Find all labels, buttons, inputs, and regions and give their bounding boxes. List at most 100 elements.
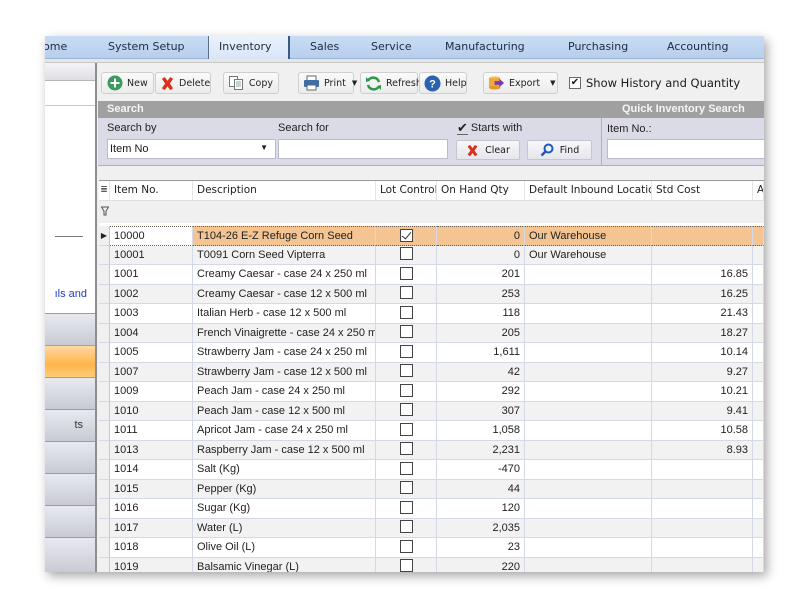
chevron-down-icon[interactable]: ▼ <box>260 143 268 152</box>
cell-description[interactable]: Italian Herb - case 12 x 500 ml <box>193 304 376 324</box>
cell-a[interactable] <box>753 245 764 265</box>
table-row[interactable]: 1005 Strawberry Jam - case 24 x 250 ml 1,6… <box>99 343 764 363</box>
cell-on-hand-qty[interactable]: -470 <box>437 460 525 480</box>
cell-std-cost[interactable]: 16.25 <box>652 284 753 304</box>
cell-lot-control[interactable] <box>376 343 437 363</box>
table-row[interactable]: 1014 Salt (Kg) -470 <box>99 460 764 480</box>
row-indicator[interactable] <box>99 304 110 324</box>
cell-lot-control[interactable] <box>376 265 437 285</box>
cell-description[interactable]: Strawberry Jam - case 12 x 500 ml <box>193 362 376 382</box>
cell-item-no[interactable]: 1015 <box>110 479 193 499</box>
cell-default-inbound-location[interactable] <box>525 343 652 363</box>
row-indicator[interactable] <box>99 284 110 304</box>
row-indicator[interactable] <box>99 518 110 538</box>
find-button[interactable]: Find <box>527 140 592 160</box>
cell-on-hand-qty[interactable]: 307 <box>437 401 525 421</box>
menu-manufacturing[interactable]: Manufacturing <box>445 36 525 59</box>
sidebar-button-6[interactable] <box>45 473 95 505</box>
column-header-item-no[interactable]: Item No. <box>110 181 193 200</box>
search-by-select[interactable]: Item No ▼ <box>107 139 276 159</box>
column-chooser-icon[interactable]: ≣ <box>99 181 110 200</box>
table-row[interactable]: 1001 Creamy Caesar - case 24 x 250 ml 201 1… <box>99 265 764 285</box>
row-indicator[interactable] <box>99 499 110 519</box>
menu-inventory[interactable]: Inventory <box>208 36 290 59</box>
cell-on-hand-qty[interactable]: 205 <box>437 323 525 343</box>
cell-on-hand-qty[interactable]: 118 <box>437 304 525 324</box>
cell-on-hand-qty[interactable]: 1,611 <box>437 343 525 363</box>
delete-button[interactable]: Delete <box>155 72 211 94</box>
cell-item-no[interactable]: 1004 <box>110 323 193 343</box>
cell-default-inbound-location[interactable] <box>525 265 652 285</box>
table-row[interactable]: 1016 Sugar (Kg) 120 <box>99 499 764 519</box>
cell-on-hand-qty[interactable]: 0 <box>437 245 525 265</box>
cell-item-no[interactable]: 1007 <box>110 362 193 382</box>
cell-item-no[interactable]: 1017 <box>110 518 193 538</box>
table-row[interactable]: ▶ 10000 T104-26 E-Z Refuge Corn Seed 0 Our W… <box>99 226 764 246</box>
cell-item-no[interactable]: 1018 <box>110 538 193 558</box>
cell-description[interactable]: Raspberry Jam - case 12 x 500 ml <box>193 440 376 460</box>
row-indicator[interactable] <box>99 265 110 285</box>
table-row[interactable]: 1013 Raspberry Jam - case 12 x 500 ml 2,23… <box>99 440 764 460</box>
cell-default-inbound-location[interactable] <box>525 284 652 304</box>
sidebar-search-field[interactable] <box>45 81 95 106</box>
cell-std-cost[interactable] <box>652 479 753 499</box>
sidebar-button-8[interactable] <box>45 537 95 572</box>
lot-control-checkbox[interactable] <box>399 247 413 261</box>
cell-default-inbound-location[interactable] <box>525 557 652 572</box>
cell-a[interactable] <box>753 284 764 304</box>
column-header-on-hand-qty[interactable]: On Hand Qty <box>437 181 525 200</box>
cell-std-cost[interactable] <box>652 460 753 480</box>
cell-description[interactable]: T104-26 E-Z Refuge Corn Seed <box>193 226 376 246</box>
menu-accounting[interactable]: Accounting <box>667 36 728 59</box>
lot-control-checkbox[interactable] <box>399 422 413 436</box>
menu-purchasing[interactable]: Purchasing <box>568 36 628 59</box>
row-indicator[interactable] <box>99 343 110 363</box>
cell-default-inbound-location[interactable] <box>525 401 652 421</box>
cell-item-no[interactable]: 1010 <box>110 401 193 421</box>
cell-a[interactable] <box>753 440 764 460</box>
cell-description[interactable]: Peach Jam - case 24 x 250 ml <box>193 382 376 402</box>
table-row[interactable]: 10001 T0091 Corn Seed Vipterra 0 Our Wareho… <box>99 245 764 265</box>
cell-a[interactable] <box>753 323 764 343</box>
row-indicator[interactable] <box>99 460 110 480</box>
lot-control-checkbox[interactable] <box>399 539 413 553</box>
table-row[interactable]: 1011 Apricot Jam - case 24 x 250 ml 1,058 1… <box>99 421 764 441</box>
cell-on-hand-qty[interactable]: 0 <box>437 226 525 246</box>
cell-std-cost[interactable]: 10.21 <box>652 382 753 402</box>
new-button[interactable]: New <box>101 72 154 94</box>
cell-default-inbound-location[interactable]: Our Warehouse <box>525 245 652 265</box>
cell-on-hand-qty[interactable]: 201 <box>437 265 525 285</box>
cell-lot-control[interactable] <box>376 499 437 519</box>
sidebar-button-7[interactable] <box>45 505 95 537</box>
cell-lot-control[interactable] <box>376 362 437 382</box>
cell-lot-control[interactable] <box>376 421 437 441</box>
cell-item-no[interactable]: 10000 <box>110 226 193 246</box>
cell-lot-control[interactable] <box>376 479 437 499</box>
cell-a[interactable] <box>753 421 764 441</box>
cell-item-no[interactable]: 1013 <box>110 440 193 460</box>
lot-control-checkbox[interactable] <box>399 228 413 242</box>
cell-lot-control[interactable] <box>376 284 437 304</box>
cell-a[interactable] <box>753 401 764 421</box>
cell-std-cost[interactable] <box>652 518 753 538</box>
cell-default-inbound-location[interactable] <box>525 499 652 519</box>
cell-lot-control[interactable] <box>376 460 437 480</box>
cell-item-no[interactable]: 1002 <box>110 284 193 304</box>
table-row[interactable]: 1019 Balsamic Vinegar (L) 220 <box>99 557 764 572</box>
cell-lot-control[interactable] <box>376 245 437 265</box>
cell-default-inbound-location[interactable] <box>525 421 652 441</box>
cell-default-inbound-location[interactable] <box>525 479 652 499</box>
cell-std-cost[interactable]: 10.58 <box>652 421 753 441</box>
lot-control-checkbox[interactable] <box>399 442 413 456</box>
export-button[interactable]: Export ▼ <box>483 72 558 94</box>
cell-item-no[interactable]: 10001 <box>110 245 193 265</box>
cell-std-cost[interactable] <box>652 557 753 572</box>
column-header-a[interactable]: A <box>753 181 764 200</box>
cell-description[interactable]: Balsamic Vinegar (L) <box>193 557 376 572</box>
column-header-std-cost[interactable]: Std Cost <box>652 181 753 200</box>
sidebar-button-active[interactable] <box>45 345 95 377</box>
table-row[interactable]: 1007 Strawberry Jam - case 12 x 500 ml 42 9… <box>99 362 764 382</box>
cell-description[interactable]: Pepper (Kg) <box>193 479 376 499</box>
export-dropdown-caret-icon[interactable]: ▼ <box>550 79 555 87</box>
row-indicator[interactable] <box>99 538 110 558</box>
